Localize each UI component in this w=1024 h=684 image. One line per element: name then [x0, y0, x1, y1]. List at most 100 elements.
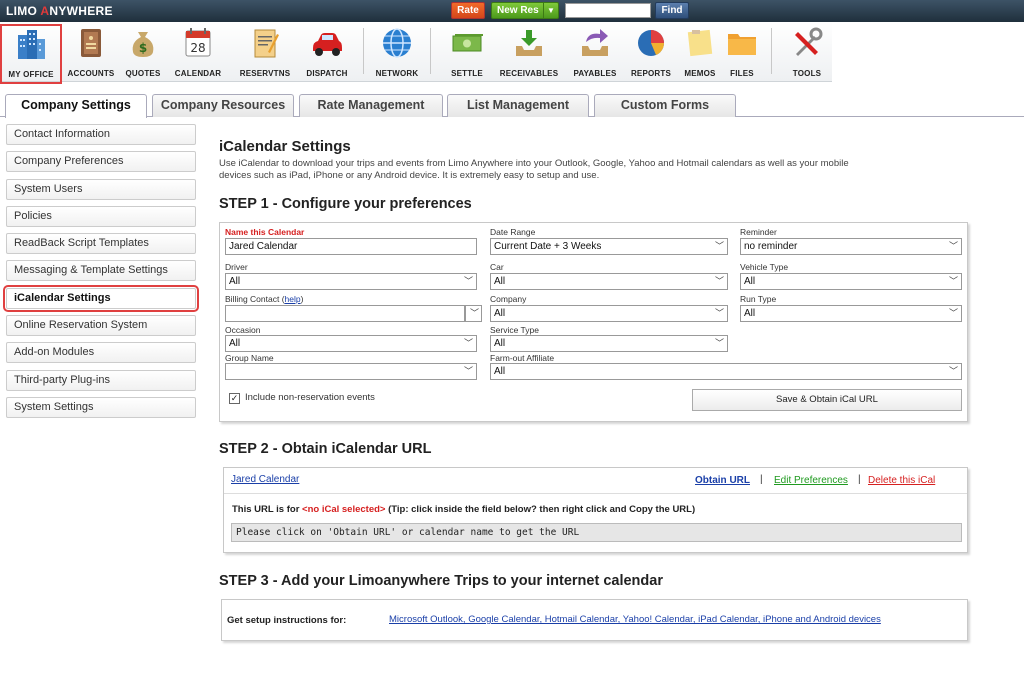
cash-icon	[452, 34, 483, 52]
toolbar-reservations[interactable]: RESERVTNS	[233, 26, 297, 80]
service-type-select[interactable]: All ﹀	[490, 335, 728, 352]
sidebar-item-system-settings[interactable]: System Settings	[6, 396, 196, 418]
toolbar-label: PAYABLES	[573, 69, 617, 78]
vehicle-type-label: Vehicle Type	[740, 262, 789, 272]
toolbar-label: ACCOUNTS	[67, 69, 115, 78]
toolbar-receivables[interactable]: RECEIVABLES	[496, 26, 562, 80]
vehicle-type-select[interactable]: All ﹀	[740, 273, 962, 290]
sidebar-item-company-preferences[interactable]: Company Preferences	[6, 151, 196, 173]
toolbar-label: FILES	[730, 69, 754, 78]
car-select[interactable]: All ﹀	[490, 273, 728, 290]
delete-ical-link[interactable]: Delete this iCal	[868, 475, 935, 486]
include-non-reservation-checkbox[interactable]: ✓	[229, 393, 240, 404]
top-bar: LIMO ANYWHERE Rate New Res ▼ Find	[0, 0, 1024, 22]
tab-rate-management[interactable]: Rate Management	[299, 94, 443, 117]
no-ical-selected: <no iCal selected>	[302, 504, 386, 515]
toolbar-tools[interactable]: TOOLS	[785, 26, 829, 80]
chevron-down-icon: ﹀	[948, 308, 958, 318]
tab-company-settings[interactable]: Company Settings	[5, 94, 147, 118]
toolbar-payables[interactable]: PAYABLES	[568, 26, 622, 80]
red-car-icon	[313, 33, 342, 56]
calendar-icon: 28	[185, 28, 211, 57]
toolbar-settle[interactable]: SETTLE	[443, 26, 491, 80]
driver-select[interactable]: All ﹀	[225, 273, 477, 290]
farmout-affiliate-value: All	[494, 366, 506, 377]
service-type-value: All	[494, 338, 506, 349]
new-res-label: New Res	[497, 5, 539, 16]
save-obtain-ical-button[interactable]: Save & Obtain iCal URL	[692, 389, 962, 411]
toolbar-memos[interactable]: MEMOS	[680, 26, 720, 80]
rate-button[interactable]: Rate	[451, 2, 485, 19]
toolbar-label: RESERVTNS	[239, 69, 291, 78]
car-label: Car	[490, 262, 504, 272]
toolbar-reports[interactable]: REPORTS	[628, 26, 674, 80]
sidebar-item-readback-script-templates[interactable]: ReadBack Script Templates	[6, 233, 196, 255]
setup-instructions-link[interactable]: Microsoft Outlook, Google Calendar, Hotm…	[389, 614, 881, 625]
folder-icon	[728, 34, 756, 55]
chevron-down-icon[interactable]: ▼	[543, 3, 558, 18]
new-res-button[interactable]: New Res ▼	[491, 2, 559, 19]
toolbar-network[interactable]: NETWORK	[371, 26, 423, 80]
billing-help-link[interactable]: help	[285, 294, 301, 304]
sidebar-item-add-on-modules[interactable]: Add-on Modules	[6, 342, 196, 364]
ical-url-field[interactable]: Please click on 'Obtain URL' or calendar…	[231, 523, 962, 542]
settings-tabs: Company Settings Company Resources Rate …	[0, 93, 1024, 118]
sidebar-item-policies[interactable]: Policies	[6, 205, 196, 227]
farmout-affiliate-select[interactable]: All ﹀	[490, 363, 962, 380]
find-button[interactable]: Find	[655, 2, 689, 19]
sidebar-item-messaging-template-settings[interactable]: Messaging & Template Settings	[6, 260, 196, 282]
toolbar-separator	[363, 28, 364, 74]
sidebar-item-system-users[interactable]: System Users	[6, 178, 196, 200]
main-content: iCalendar Settings Use iCalendar to down…	[219, 138, 999, 182]
chevron-down-icon: ﹀	[463, 276, 473, 286]
calendar-name-link[interactable]: Jared Calendar	[231, 474, 299, 485]
occasion-select[interactable]: All ﹀	[225, 335, 477, 352]
chevron-down-icon: ﹀	[948, 276, 958, 286]
car-value: All	[494, 276, 506, 287]
toolbar-label: MEMOS	[684, 69, 716, 78]
group-name-select[interactable]: ﹀	[225, 363, 477, 380]
company-value: All	[494, 308, 506, 319]
reminder-select[interactable]: no reminder ﹀	[740, 238, 962, 255]
ical-list-row	[224, 468, 967, 494]
billing-contact-dropdown[interactable]: ﹀	[465, 305, 482, 322]
tab-list-management[interactable]: List Management	[447, 94, 589, 117]
tab-company-resources[interactable]: Company Resources	[152, 94, 294, 117]
main-toolbar: MY OFFICE ACCOUNTS $ QUOTES 28 CALENDAR …	[0, 22, 832, 84]
occasion-label: Occasion	[225, 325, 261, 335]
chevron-down-icon: ﹀	[948, 366, 958, 376]
tab-custom-forms[interactable]: Custom Forms	[594, 94, 736, 117]
toolbar-calendar[interactable]: 28 CALENDAR	[170, 26, 226, 80]
billing-contact-label: Billing Contact (help)	[225, 294, 304, 304]
chevron-down-icon: ﹀	[714, 338, 724, 348]
edit-preferences-link[interactable]: Edit Preferences	[774, 475, 848, 486]
toolbar-dispatch[interactable]: DISPATCH	[300, 26, 354, 80]
toolbar-accounts[interactable]: ACCOUNTS	[66, 26, 116, 80]
calendar-name-label: Name this Calendar	[225, 227, 305, 237]
sticky-note-icon	[687, 29, 713, 57]
date-range-select[interactable]: Current Date + 3 Weeks ﹀	[490, 238, 728, 255]
run-type-select[interactable]: All ﹀	[740, 305, 962, 322]
reminder-value: no reminder	[744, 241, 798, 252]
toolbar-separator	[771, 28, 772, 74]
toolbar-separator	[430, 28, 431, 74]
billing-contact-input[interactable]	[225, 305, 465, 322]
calendar-name-input[interactable]: Jared Calendar	[225, 238, 477, 255]
sidebar-item-contact-information[interactable]: Contact Information	[6, 124, 196, 145]
chevron-down-icon: ﹀	[714, 241, 724, 251]
company-label: Company	[490, 294, 527, 304]
service-type-label: Service Type	[490, 325, 539, 335]
sidebar-item-online-reservation-system[interactable]: Online Reservation System	[6, 315, 196, 337]
settings-sidebar: Contact Information Company Preferences …	[3, 124, 199, 424]
toolbar-label: NETWORK	[375, 69, 419, 78]
company-select[interactable]: All ﹀	[490, 305, 728, 322]
sidebar-item-third-party-plug-ins[interactable]: Third-party Plug-ins	[6, 369, 196, 391]
toolbar-quotes[interactable]: $ QUOTES	[120, 26, 166, 80]
toolbar-my-office[interactable]: MY OFFICE	[0, 24, 62, 84]
search-input[interactable]	[565, 3, 651, 18]
office-building-icon	[18, 30, 45, 59]
toolbar-files[interactable]: FILES	[722, 26, 762, 80]
obtain-url-link[interactable]: Obtain URL	[695, 475, 750, 486]
sidebar-item-icalendar-settings[interactable]: iCalendar Settings	[3, 284, 199, 312]
toolbar-label: CALENDAR	[174, 69, 222, 78]
